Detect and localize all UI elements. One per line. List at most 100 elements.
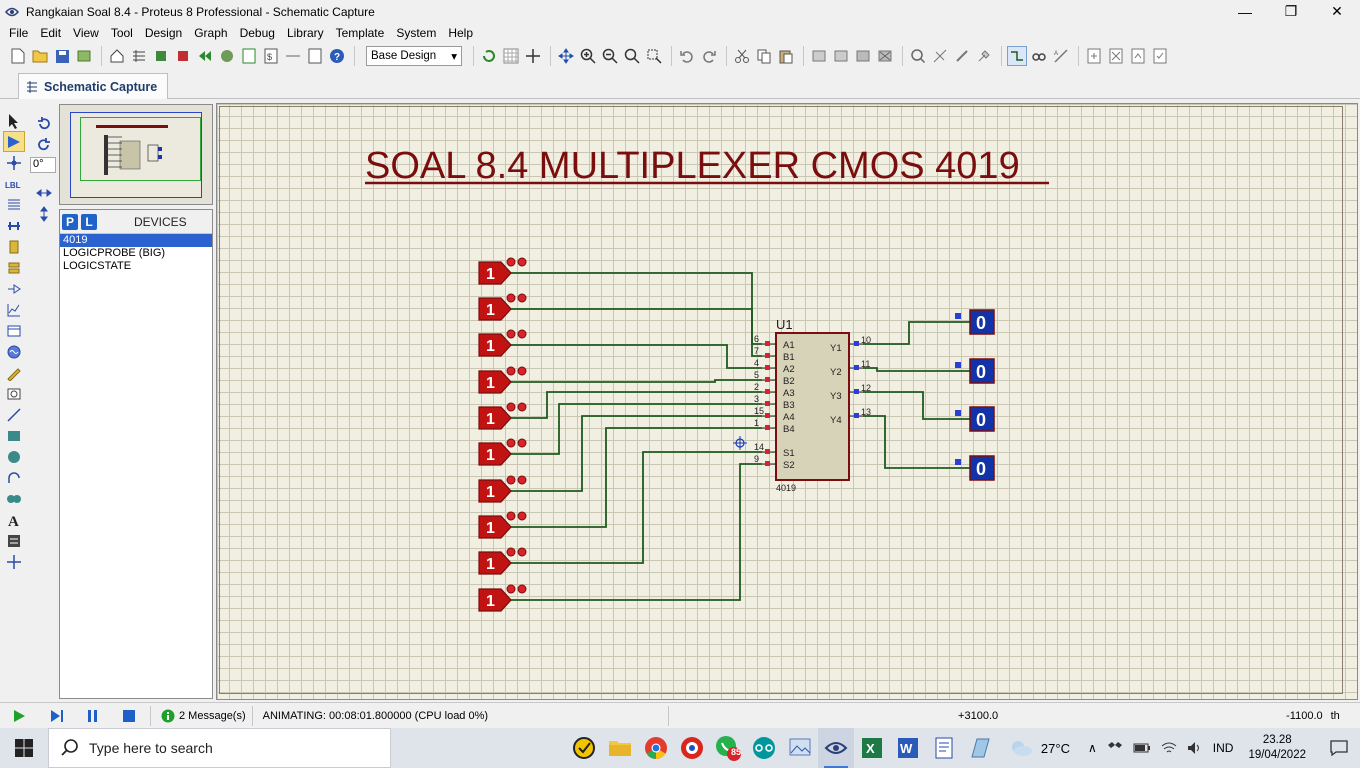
menu-design[interactable]: Design [139, 23, 188, 43]
open-folder-icon[interactable] [30, 46, 50, 66]
marker-icon[interactable] [3, 551, 25, 572]
component-mode-icon[interactable] [3, 131, 25, 152]
grid-toggle-icon[interactable] [501, 46, 521, 66]
path-icon[interactable] [3, 488, 25, 509]
pcb-icon[interactable] [151, 46, 171, 66]
bom-icon[interactable] [239, 46, 259, 66]
toggle-button-icon[interactable] [517, 438, 527, 448]
logic-state-body[interactable] [478, 333, 512, 357]
overview-window[interactable] [59, 104, 213, 205]
logic-state-4[interactable]: 1 [478, 366, 527, 394]
design-variant-select[interactable]: Base Design ▾ [366, 46, 462, 66]
toggle-button-icon[interactable] [517, 547, 527, 557]
decompose-icon[interactable] [974, 46, 994, 66]
junction-mode-icon[interactable] [3, 152, 25, 173]
taskbar-app-photos[interactable] [782, 728, 818, 768]
rotate-clockwise-icon[interactable] [33, 113, 55, 134]
taskbar-app-word[interactable]: W [890, 728, 926, 768]
toggle-button-icon[interactable] [506, 584, 516, 594]
toggle-button-icon[interactable] [517, 366, 527, 376]
tape-recorder-icon[interactable] [3, 320, 25, 341]
document-icon[interactable] [305, 46, 325, 66]
make-device-icon[interactable] [930, 46, 950, 66]
netlist-icon[interactable] [283, 46, 303, 66]
menu-file[interactable]: File [3, 23, 34, 43]
logic-state-1[interactable]: 1 [478, 257, 527, 285]
start-button[interactable] [0, 728, 48, 768]
zoom-in-icon[interactable] [578, 46, 598, 66]
logic-state-body[interactable] [478, 261, 512, 285]
toggle-button-icon[interactable] [506, 475, 516, 485]
wire-label-icon[interactable]: LBL [3, 173, 25, 194]
menu-template[interactable]: Template [330, 23, 391, 43]
logic-state-3[interactable]: 1 [478, 329, 527, 357]
taskbar-app-proteus[interactable] [818, 728, 854, 768]
toggle-button-icon[interactable] [506, 511, 516, 521]
play-button[interactable] [8, 705, 30, 727]
bus-icon[interactable] [3, 215, 25, 236]
menu-graph[interactable]: Graph [188, 23, 233, 43]
pick-device-icon[interactable] [908, 46, 928, 66]
schematic-canvas[interactable]: SOAL 8.4 MULTIPLEXER CMOS 4019 U1 4019 6 A1… [216, 103, 1358, 700]
toggle-button-icon[interactable] [506, 257, 516, 267]
pause-button[interactable] [82, 705, 104, 727]
rotation-angle-field[interactable]: 0° [30, 157, 56, 173]
refresh-icon[interactable] [479, 46, 499, 66]
copy-icon[interactable] [754, 46, 774, 66]
battery-icon[interactable] [1128, 742, 1156, 754]
volume-icon[interactable] [1182, 741, 1208, 755]
block-copy-icon[interactable] [809, 46, 829, 66]
messages-count[interactable]: 2 Message(s) [179, 710, 246, 722]
logic-state-body[interactable] [478, 442, 512, 466]
logic-state-5[interactable]: 1 [478, 402, 527, 430]
property-assign-icon[interactable]: A [1051, 46, 1071, 66]
new-sheet-icon[interactable] [1084, 46, 1104, 66]
box-icon[interactable] [3, 425, 25, 446]
menu-library[interactable]: Library [281, 23, 330, 43]
step-button[interactable] [46, 705, 68, 727]
toggle-button-icon[interactable] [517, 293, 527, 303]
logic-state-body[interactable] [478, 370, 512, 394]
taskbar-app-firefox[interactable] [674, 728, 710, 768]
taskbar-app-notepad[interactable] [926, 728, 962, 768]
new-file-icon[interactable] [8, 46, 28, 66]
toggle-button-icon[interactable] [517, 584, 527, 594]
import-icon[interactable] [74, 46, 94, 66]
stop-button[interactable] [118, 705, 140, 727]
wire-autorouter-icon[interactable] [1007, 46, 1027, 66]
component-icon[interactable] [217, 46, 237, 66]
tray-chevron-up-icon[interactable]: ∧ [1083, 741, 1102, 755]
clock[interactable]: 23.28 19/04/2022 [1238, 733, 1316, 763]
text-script-icon[interactable] [3, 194, 25, 215]
3d-icon[interactable] [173, 46, 193, 66]
mirror-horizontal-icon[interactable] [33, 182, 55, 203]
logic-state-6[interactable]: 1 [478, 438, 527, 466]
toggle-button-icon[interactable] [517, 511, 527, 521]
zoom-area-icon[interactable] [644, 46, 664, 66]
logic-state-2[interactable]: 1 [478, 293, 527, 321]
logic-state-body[interactable] [478, 479, 512, 503]
taskbar-app-excel[interactable]: X [854, 728, 890, 768]
generator-icon[interactable] [3, 341, 25, 362]
taskbar-search[interactable]: Type here to search [48, 728, 391, 768]
report-icon[interactable] [1150, 46, 1170, 66]
exit-parent-icon[interactable] [1128, 46, 1148, 66]
toggle-button-icon[interactable] [517, 329, 527, 339]
toggle-button-icon[interactable] [506, 547, 516, 557]
menu-view[interactable]: View [67, 23, 105, 43]
device-item-4019[interactable]: 4019 [60, 234, 212, 247]
origin-icon[interactable] [523, 46, 543, 66]
symbol-icon[interactable] [3, 530, 25, 551]
menu-tool[interactable]: Tool [105, 23, 139, 43]
undo-icon[interactable] [677, 46, 697, 66]
device-pin-icon[interactable] [3, 278, 25, 299]
taskbar-app-norton[interactable] [566, 728, 602, 768]
toggle-button-icon[interactable] [506, 293, 516, 303]
mirror-vertical-icon[interactable] [33, 203, 55, 224]
redo-icon[interactable] [699, 46, 719, 66]
menu-debug[interactable]: Debug [234, 23, 281, 43]
language-indicator[interactable]: IND [1208, 741, 1239, 755]
bill-icon[interactable]: $ [261, 46, 281, 66]
remove-sheet-icon[interactable] [1106, 46, 1126, 66]
zoom-out-icon[interactable] [600, 46, 620, 66]
